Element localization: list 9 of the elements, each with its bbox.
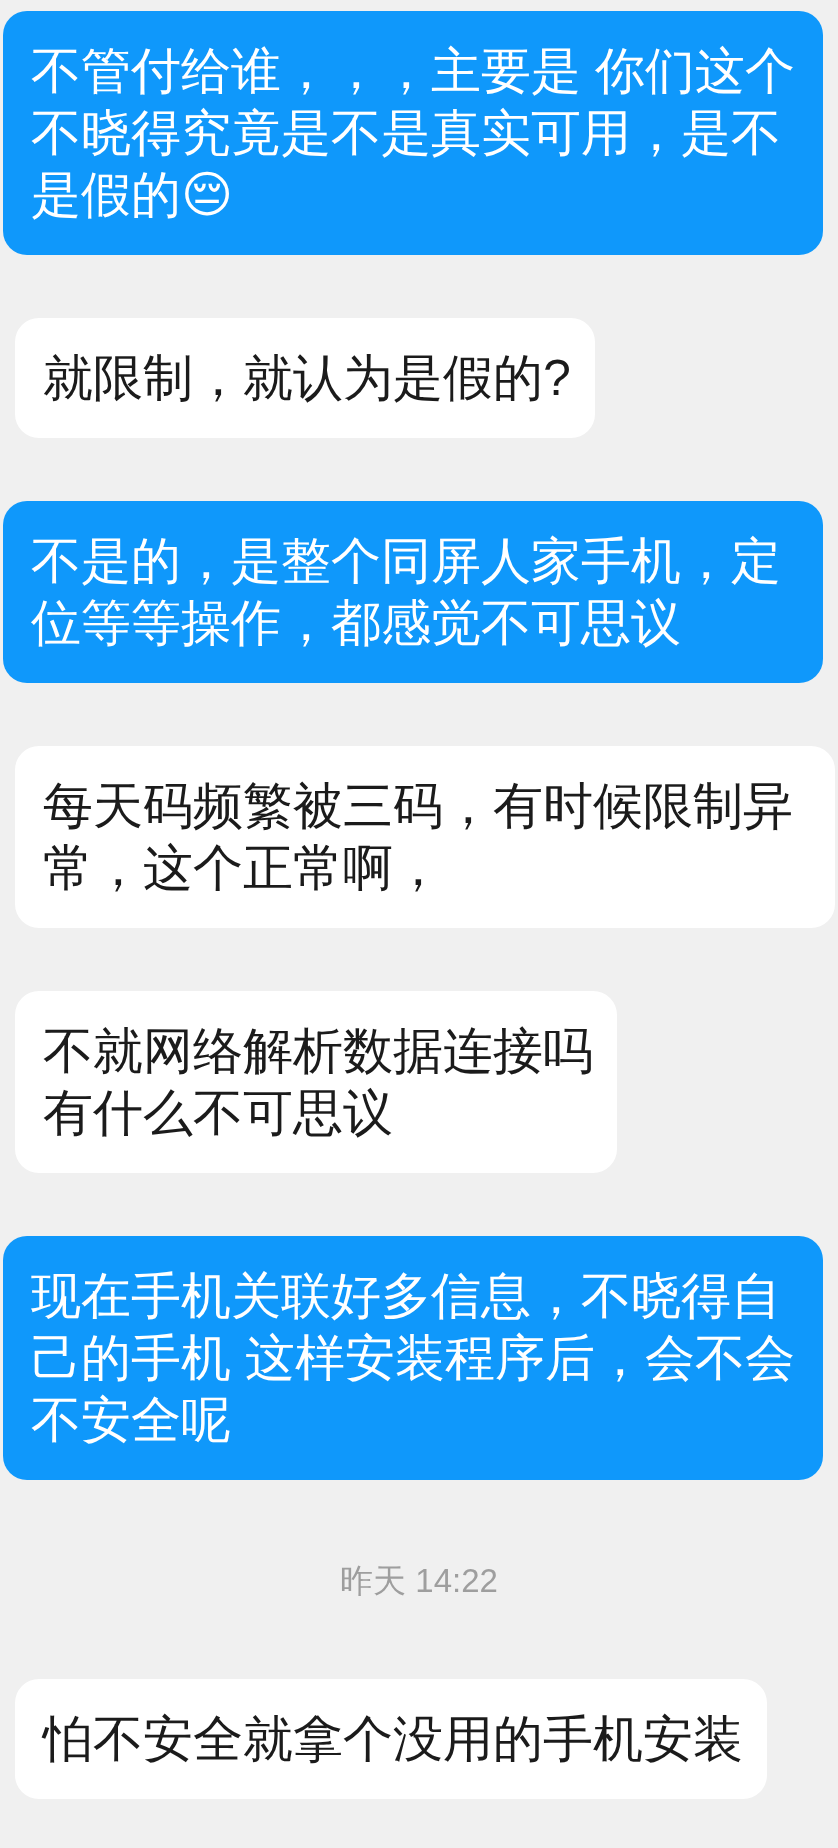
message-text: 不管付给谁，，，主要是 你们这个不晓得究竟是不是真实可用，是不是假的😔 bbox=[31, 43, 795, 223]
message-text: 有什么不可思议 bbox=[43, 1084, 394, 1143]
timestamp: 昨天 14:22 bbox=[340, 1561, 498, 1601]
message-text: 不就网络解析数据连接吗 bbox=[43, 1022, 593, 1081]
message-text: 现在手机关联好多信息，不晓得自己的手机 这样安装程序后，会不会不安全呢 bbox=[31, 1268, 795, 1448]
message-text: 怕不安全就拿个没用的手机安装 bbox=[43, 1711, 743, 1767]
message-text: 就限制，就认为是假的? bbox=[43, 350, 571, 406]
message-text: 每天码频繁被三码，有时候限制异常，这个正常啊， bbox=[43, 778, 793, 896]
message-text: 不是的，是整个同屏人家手机，定位等等操作，都感觉不可思议 bbox=[31, 533, 781, 651]
